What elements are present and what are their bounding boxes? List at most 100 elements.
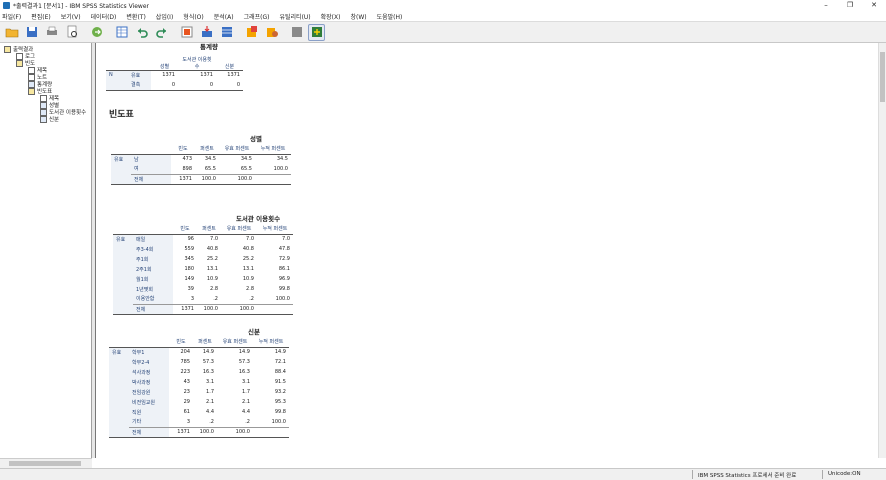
table-cell: 13.1	[221, 264, 257, 274]
column-header: 누적 퍼센트	[253, 337, 289, 348]
outline-item-status[interactable]: 신분	[40, 115, 59, 123]
menu-edit[interactable]: 편집(E)	[31, 12, 51, 21]
table-cell: 2.8	[197, 284, 221, 294]
menu-analyze[interactable]: 분석(A)	[214, 12, 234, 21]
undo-icon[interactable]	[133, 24, 150, 41]
vertical-scrollbar[interactable]	[878, 43, 886, 458]
table-cell: 57.3	[193, 357, 217, 367]
row-label: 이용안함	[133, 294, 173, 304]
table-cell: 0	[178, 80, 216, 91]
menu-view[interactable]: 보기(V)	[61, 12, 81, 21]
table-cell: 204	[169, 347, 193, 357]
status-bar: IBM SPSS Statistics 프로세서 준비 완료 Unicode:O…	[0, 468, 886, 480]
table-cell: 2.1	[193, 397, 217, 407]
table-cell: 149	[173, 274, 197, 284]
table-cell: 100.0	[257, 294, 293, 304]
print-icon[interactable]	[43, 24, 60, 41]
table-row: 이용안함 3.2.2 100.0	[113, 294, 293, 304]
statistics-table: 성별 도서관 이용횟수 신분 N 유효 1371 1371 1371 결측 0 …	[106, 50, 243, 91]
menu-file[interactable]: 파일(F)	[2, 12, 21, 21]
open-folder-icon[interactable]	[3, 24, 20, 41]
scroll-thumb[interactable]	[9, 461, 81, 466]
table-row: 전임강원 23 1.7 1.7 93.2	[109, 387, 289, 397]
table-cell: 100.0	[193, 426, 217, 438]
menu-graphs[interactable]: 그래프(G)	[244, 12, 270, 21]
table-cell: 10.9	[197, 274, 221, 284]
table-cell: 1371	[171, 173, 195, 185]
close-button[interactable]: ✕	[862, 0, 886, 11]
toolbar	[0, 21, 886, 43]
menu-utilities[interactable]: 유틸리티(U)	[279, 12, 310, 21]
outline-horizontal-scrollbar[interactable]	[0, 458, 92, 468]
table-cell: 2.8	[221, 284, 257, 294]
table-cell: 0	[216, 80, 243, 91]
table-cell: 16.3	[217, 367, 253, 377]
table-cell: 100.0	[219, 173, 255, 185]
goto-data-icon[interactable]	[113, 24, 130, 41]
goto-variable-icon[interactable]	[198, 24, 215, 41]
export-icon[interactable]	[88, 24, 105, 41]
table-cell: 65.5	[219, 164, 255, 174]
table-cell: .2	[217, 417, 253, 427]
row-label: 비전임교원	[129, 397, 169, 407]
frequency-table-title: 성별	[250, 135, 262, 143]
variables-icon[interactable]	[218, 24, 235, 41]
frequency-table: 빈도 퍼센트 유효 퍼센트 누적 퍼센트 유효 남 473 34.5 34.5 34.5 여 898 6…	[111, 144, 291, 185]
table-cell: 25.2	[221, 254, 257, 264]
print-preview-icon[interactable]	[63, 24, 80, 41]
output-document: 통계량 성별 도서관 이용횟수 신분 N 유효 1371 1371 1371 결…	[95, 43, 878, 458]
select-last-output-icon[interactable]	[263, 24, 280, 41]
table-cell: 40.8	[197, 244, 221, 254]
row-label: 여	[131, 164, 171, 174]
hide-icon[interactable]	[288, 24, 305, 41]
table-row: 유효 매일 96 7.0 7.0 7.0	[113, 234, 293, 244]
row-label: 2주1회	[133, 264, 173, 274]
processor-status: IBM SPSS Statistics 프로세서 준비 완료	[698, 473, 797, 479]
table-row: 주3-4회 559 40.8 40.8 47.8	[113, 244, 293, 254]
window-title: *출력결과1 [문서1] - IBM SPSS Statistics Viewe…	[13, 3, 149, 10]
menu-insert[interactable]: 삽입(I)	[156, 12, 174, 21]
table-row: 여 898 65.5 65.5 100.0	[111, 164, 291, 174]
save-icon[interactable]	[23, 24, 40, 41]
table-cell: 1371	[151, 70, 178, 80]
table-cell: 1371	[178, 70, 216, 80]
table-cell: 1371	[173, 303, 197, 315]
menu-format[interactable]: 형식(O)	[183, 12, 203, 21]
table-row: 학부2-4 785 57.3 57.3 72.1	[109, 357, 289, 367]
table-icon	[40, 115, 47, 123]
table-cell: 100.0	[253, 417, 289, 427]
table-cell: 72.1	[253, 357, 289, 367]
output-book-icon	[4, 45, 11, 53]
table-cell: 785	[169, 357, 193, 367]
table-cell: 34.5	[219, 154, 255, 164]
table-cell: 14.9	[217, 347, 253, 357]
table-cell: 4.4	[193, 407, 217, 417]
table-cell: 10.9	[221, 274, 257, 284]
goto-case-icon[interactable]	[178, 24, 195, 41]
row-label: 석사과정	[129, 367, 169, 377]
minimize-button[interactable]: –	[814, 0, 838, 11]
row-label: 매일	[133, 234, 173, 244]
table-row-total: 전체 1371 100.0 100.0	[113, 303, 293, 315]
table-row: 주1회 345 25.2 25.2 72.9	[113, 254, 293, 264]
table-cell: 23	[169, 387, 193, 397]
unicode-status: Unicode:ON	[828, 471, 861, 477]
row-label: 기타	[129, 417, 169, 427]
menu-transform[interactable]: 변환(T)	[126, 12, 145, 21]
frequency-tables-heading: 빈도표	[109, 110, 134, 120]
table-cell: 7.0	[257, 234, 293, 244]
menu-help[interactable]: 도움말(H)	[377, 12, 403, 21]
table-cell: 100.0	[255, 164, 291, 174]
menu-window[interactable]: 창(W)	[350, 12, 366, 21]
menu-data[interactable]: 데이터(D)	[91, 12, 117, 21]
menu-extensions[interactable]: 확장(X)	[321, 12, 341, 21]
table-cell: 96.9	[257, 274, 293, 284]
insert-table-icon[interactable]	[243, 24, 260, 41]
table-cell: 3.1	[217, 377, 253, 387]
maximize-button[interactable]: ❐	[838, 0, 862, 11]
scroll-thumb[interactable]	[880, 52, 885, 102]
table-cell: 86.1	[257, 264, 293, 274]
redo-icon[interactable]	[153, 24, 170, 41]
promote-icon[interactable]	[308, 23, 325, 41]
row-label: 월1회	[133, 274, 173, 284]
